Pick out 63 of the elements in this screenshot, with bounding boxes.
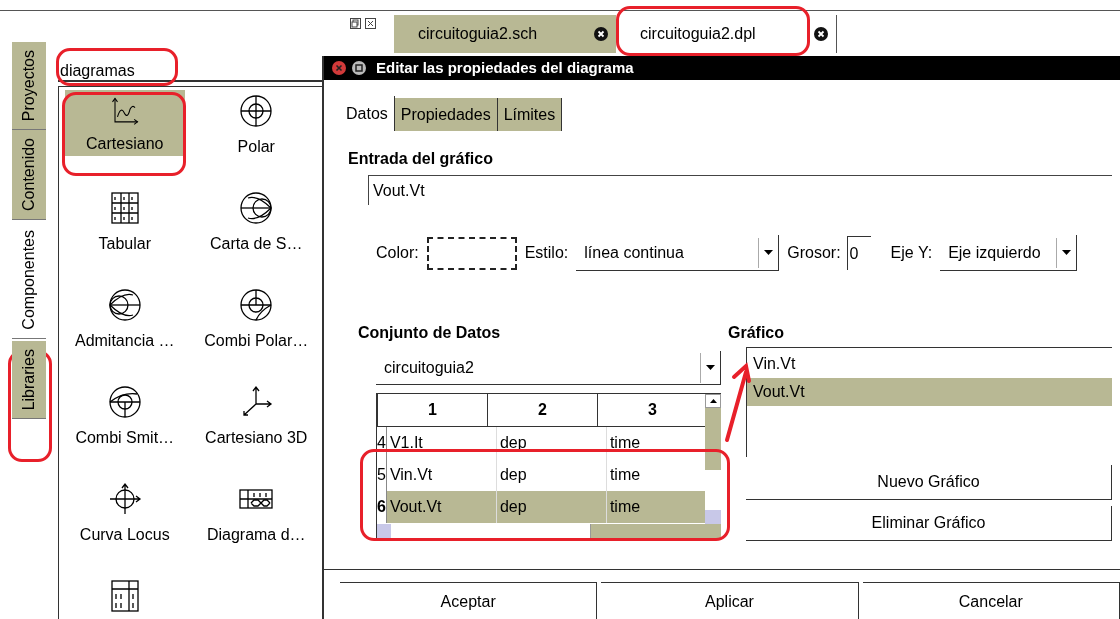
caret-icon xyxy=(1062,250,1072,255)
row-number: 6 xyxy=(377,491,387,523)
vertical-scrollbar[interactable] xyxy=(705,394,721,524)
section-title: Gráfico xyxy=(728,323,785,343)
polar-chart-icon xyxy=(238,93,275,129)
polar-smith-chart-icon xyxy=(238,287,275,323)
row-number: 4 xyxy=(377,427,387,459)
caret-icon xyxy=(706,365,715,370)
table-cell[interactable]: Vout.Vt xyxy=(386,491,497,523)
color-swatch[interactable] xyxy=(426,236,517,270)
dataset-dropdown[interactable]: circuitoguia2 xyxy=(376,351,721,385)
color-label: Color: xyxy=(376,243,419,263)
section-title: Entrada del gráfico xyxy=(348,149,494,169)
restore-icon[interactable] xyxy=(350,18,361,29)
component-item[interactable]: Polar xyxy=(190,87,322,184)
arrow-up-icon xyxy=(709,399,717,403)
component-item[interactable]: Combi Polar… xyxy=(190,281,322,378)
component-item[interactable]: Combi Smit… xyxy=(59,378,191,475)
graph-button[interactable]: Eliminar Gráfico xyxy=(746,506,1112,541)
dialog-button[interactable]: Cancelar xyxy=(862,582,1120,619)
column-header[interactable]: 1 xyxy=(378,394,488,426)
close-icon[interactable] xyxy=(814,27,828,41)
dialog-title: Editar las propiedades del diagrama xyxy=(376,57,634,78)
style-label: Estilo: xyxy=(524,243,569,263)
smith-polar-chart-icon xyxy=(106,384,143,420)
caret-icon xyxy=(764,250,774,255)
table-cell[interactable]: dep xyxy=(496,491,607,523)
section-title: Conjunto de Datos xyxy=(358,323,502,343)
sidebar-tab[interactable]: Proyectos xyxy=(12,42,46,131)
search-field[interactable]: diagramas xyxy=(58,62,322,82)
smith-chart-icon xyxy=(238,190,275,226)
width-label: Grosor: xyxy=(787,243,841,263)
width-field[interactable]: 0 xyxy=(846,236,871,270)
axis-label: Eje Y: xyxy=(890,243,933,263)
component-item[interactable]: Cartesiano 3D xyxy=(190,378,322,475)
close-icon[interactable] xyxy=(594,27,608,41)
component-item[interactable]: Cartesiano xyxy=(65,90,185,156)
maximize-icon[interactable] xyxy=(352,61,366,75)
component-item[interactable]: Curva Locus xyxy=(59,475,191,572)
graph-button[interactable]: Nuevo Gráfico xyxy=(746,465,1112,500)
horizontal-scrollbar[interactable] xyxy=(377,524,721,538)
component-item[interactable]: Carta de S… xyxy=(190,184,322,281)
admittance-chart-icon xyxy=(106,287,143,323)
graph-list-item[interactable]: Vout.Vt xyxy=(747,378,1112,406)
component-item[interactable]: Admitancia … xyxy=(59,281,191,378)
component-item[interactable]: Diagrama d… xyxy=(190,475,322,572)
close-icon[interactable] xyxy=(365,18,376,29)
table-cell[interactable]: time xyxy=(606,491,705,523)
scrollbar-thumb[interactable] xyxy=(391,524,591,538)
graph-input-field[interactable]: Vout.Vt xyxy=(368,175,1112,205)
column-header[interactable]: 2 xyxy=(488,394,598,426)
axis-dropdown[interactable]: Eje izquierdo xyxy=(940,235,1078,271)
component-item[interactable]: Tabular xyxy=(59,184,191,281)
document-tab[interactable]: circuitoguia2.sch xyxy=(394,15,616,53)
row-number: 5 xyxy=(377,459,387,491)
sidebar-tab[interactable]: Contenido xyxy=(12,130,46,221)
dialog-button[interactable]: Aceptar xyxy=(340,582,598,619)
sidebar-tab[interactable]: Libraries xyxy=(12,340,46,420)
dialog-button[interactable]: Aplicar xyxy=(601,582,859,619)
dialog-tab[interactable]: Límites xyxy=(497,98,563,131)
graph-list-item[interactable]: Vin.Vt xyxy=(747,350,1112,378)
dialog-tab[interactable]: Propiedades xyxy=(394,98,498,131)
style-dropdown[interactable]: línea continua xyxy=(576,235,780,271)
